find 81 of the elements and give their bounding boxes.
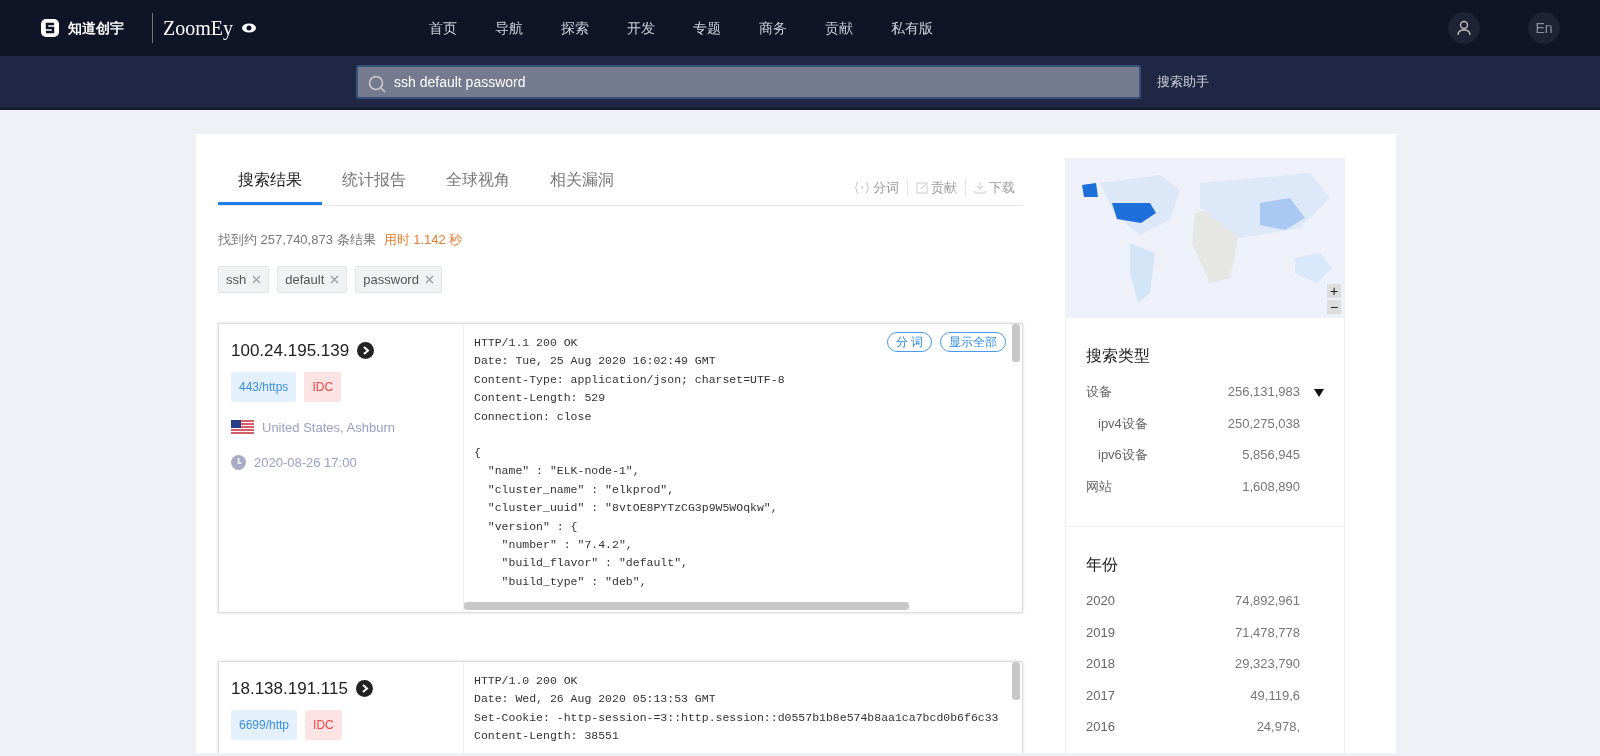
idc-tag: IDC	[304, 371, 342, 402]
user-icon	[1456, 20, 1472, 36]
facet-label: 2016	[1086, 718, 1115, 736]
scrollbar-thumb[interactable]	[1012, 324, 1020, 362]
clock-icon	[231, 455, 246, 471]
facet-row[interactable]: 设备 256,131,983	[1086, 376, 1324, 408]
facet-count: 5,856,945	[1242, 446, 1300, 464]
facet-count: 256,131,983	[1227, 383, 1300, 401]
query-tag[interactable]: password	[355, 265, 442, 293]
search-field[interactable]: ssh default password	[356, 64, 1141, 99]
nav-link[interactable]: 首页	[429, 17, 457, 39]
facet-label: 网站	[1086, 477, 1112, 496]
query-tag[interactable]: default	[277, 265, 348, 293]
logo-text: 知道创宇	[68, 18, 124, 38]
facet-row[interactable]: ipv6设备 5,856,945	[1086, 439, 1324, 471]
facet-row[interactable]: ipv4设备 250,275,038	[1086, 407, 1324, 439]
result-count: 找到约 257,740,873 条结果	[218, 231, 376, 249]
download-icon	[974, 180, 986, 194]
tab[interactable]: 全球视角	[426, 160, 530, 205]
facet-count: 74,892,961	[1234, 592, 1300, 610]
zoom-out-button[interactable]: −	[1327, 300, 1341, 314]
facet-label: 2017	[1086, 686, 1115, 705]
outline-button[interactable]: 分 词	[886, 332, 932, 352]
edit-icon	[916, 180, 928, 194]
braces-icon	[854, 180, 870, 194]
facet-label: 2020	[1086, 592, 1115, 610]
scrollbar-thumb[interactable]	[1012, 662, 1020, 700]
close-icon	[330, 274, 340, 284]
facet-count: 29,323,790	[1234, 655, 1300, 673]
outline-button[interactable]: 显示全部	[940, 332, 1006, 352]
facet-row[interactable]: 2017 49,119,6	[1086, 679, 1324, 711]
facet-label: 2018	[1086, 655, 1115, 673]
facet-count: 71,478,778	[1234, 623, 1300, 642]
facet-label: 2019	[1086, 623, 1115, 642]
nav-link[interactable]: 探索	[561, 17, 589, 39]
ip-address-link[interactable]: 100.24.195.139	[231, 338, 350, 364]
search-time: 用时 1.142 秒	[383, 231, 463, 249]
query-tag[interactable]: ssh	[218, 265, 270, 293]
brand-name: ZoomEy	[152, 13, 233, 43]
user-button[interactable]	[1448, 12, 1480, 44]
scrollbar-thumb[interactable]	[464, 602, 909, 610]
eye-icon	[241, 22, 257, 34]
nav-link[interactable]: 贡献	[825, 17, 853, 39]
timestamp-text: 2020-08-26 17:00	[254, 454, 357, 472]
arrow-circle-icon	[355, 680, 373, 698]
nav-link[interactable]: 导航	[495, 17, 523, 39]
arrow-circle-icon	[357, 342, 375, 360]
close-icon	[252, 274, 262, 284]
facet-count: 1,608,890	[1242, 477, 1300, 496]
facet-count: 24,978,	[1256, 718, 1300, 736]
facet-row[interactable]: 网站 1,608,890	[1086, 470, 1324, 502]
facet-row[interactable]: 2019 71,478,778	[1086, 616, 1324, 648]
response-headers-text: HTTP/1.0 200 OK Date: Wed, 26 Aug 2020 05:13:53 GMT Set-Cookie: -http-session-=3::http.session::d0557b1b8e574b8aa1ca7bcd0b6f6c33 Content-Length: 38551	[474, 673, 999, 745]
idc-tag: IDC	[305, 709, 342, 740]
tab[interactable]: 搜索结果	[218, 160, 322, 205]
location-text: United States, Ashburn	[262, 418, 395, 437]
response-body-text: { "name" : "ELK-node-1", "cluster_name" : "elkprod", "cluster_uuid" : "8vtOE8PYTzCG3p9W5WOqkw", "version" : { "number" : "7.4.2", "build_flavor" : "default", "build_type" : "deb",	[474, 445, 778, 590]
facet-row[interactable]: 2016 24,978,	[1086, 711, 1324, 743]
facet-title: 搜索类型	[1086, 346, 1151, 366]
facet-count: 250,275,038	[1227, 414, 1300, 433]
close-icon	[424, 274, 434, 284]
response-headers-text: HTTP/1.1 200 OK Date: Tue, 25 Aug 2020 16:02:49 GMT Content-Type: application/json; charset=UTF-8 Content-Length: 529 Connection: close	[474, 335, 785, 425]
facet-count: 49,119,6	[1250, 686, 1300, 705]
facet-row[interactable]: 2018 29,323,790	[1086, 648, 1324, 680]
facet-label: 设备	[1086, 383, 1112, 401]
facet-title: 年份	[1086, 555, 1119, 575]
nav-link[interactable]: 商务	[759, 17, 787, 39]
flag-icon	[231, 419, 254, 435]
search-helper-link[interactable]: 搜索助手	[1157, 71, 1209, 92]
nav-link[interactable]: 专题	[693, 17, 721, 39]
facet-row[interactable]: 2020 74,892,961	[1086, 585, 1324, 617]
language-button[interactable]: En	[1528, 12, 1560, 44]
facet-label: ipv6设备	[1098, 446, 1148, 464]
facet-label: ipv4设备	[1098, 414, 1148, 433]
zoom-in-button[interactable]: +	[1327, 284, 1341, 298]
nav-link[interactable]: 开发	[627, 17, 655, 39]
nav-link[interactable]: 私有版	[891, 17, 933, 39]
logo-icon	[40, 18, 60, 38]
tab[interactable]: 统计报告	[322, 160, 426, 205]
ip-address-link[interactable]: 18.138.191.115	[231, 676, 348, 702]
tab[interactable]: 相关漏洞	[530, 160, 634, 205]
